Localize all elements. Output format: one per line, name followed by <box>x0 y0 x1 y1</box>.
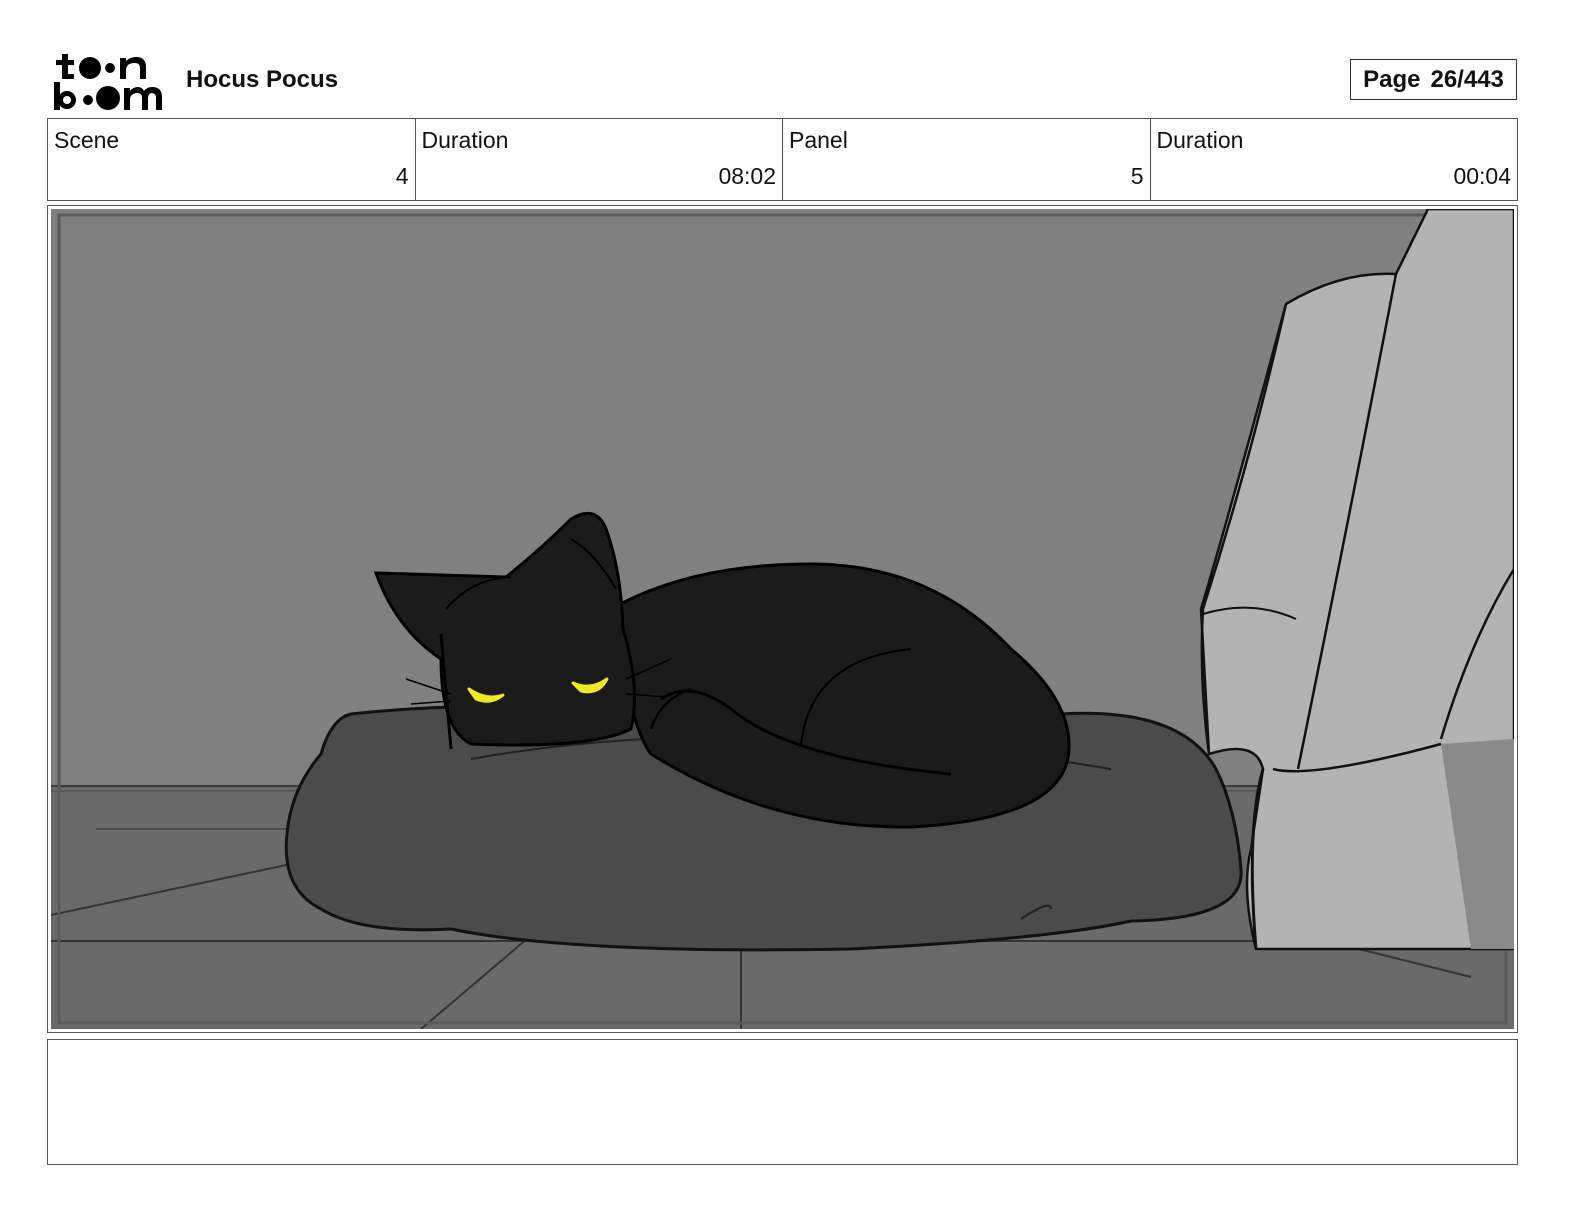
notes-box <box>47 1039 1518 1165</box>
storyboard-panel <box>47 205 1518 1033</box>
panel-value: 5 <box>1130 163 1144 189</box>
page-indicator: Page 26/443 <box>1350 59 1517 100</box>
page-number: 26/443 <box>1430 65 1504 93</box>
panel-duration-label: Duration <box>1156 127 1244 153</box>
panel-duration-value: 00:04 <box>1453 163 1511 189</box>
toonboom-logo <box>52 52 164 112</box>
project-title: Hocus Pocus <box>186 66 339 93</box>
scene-value: 4 <box>395 163 409 189</box>
toonboom-logo-mark <box>54 54 162 110</box>
panel-label: Panel <box>789 127 848 153</box>
scene-label: Scene <box>54 127 120 153</box>
panel-drawing <box>51 209 1514 1029</box>
panel-cell: Panel 5 <box>783 119 1151 200</box>
scene-duration-cell: Duration 08:02 <box>416 119 783 200</box>
scene-duration-value: 08:02 <box>718 163 776 189</box>
info-row: Scene 4 Duration 08:02 Panel 5 Duration … <box>47 118 1518 201</box>
scene-duration-label: Duration <box>421 127 509 153</box>
page-label: Page <box>1363 65 1421 93</box>
scene-cell: Scene 4 <box>48 119 416 200</box>
panel-duration-cell: Duration 00:04 <box>1151 119 1518 200</box>
